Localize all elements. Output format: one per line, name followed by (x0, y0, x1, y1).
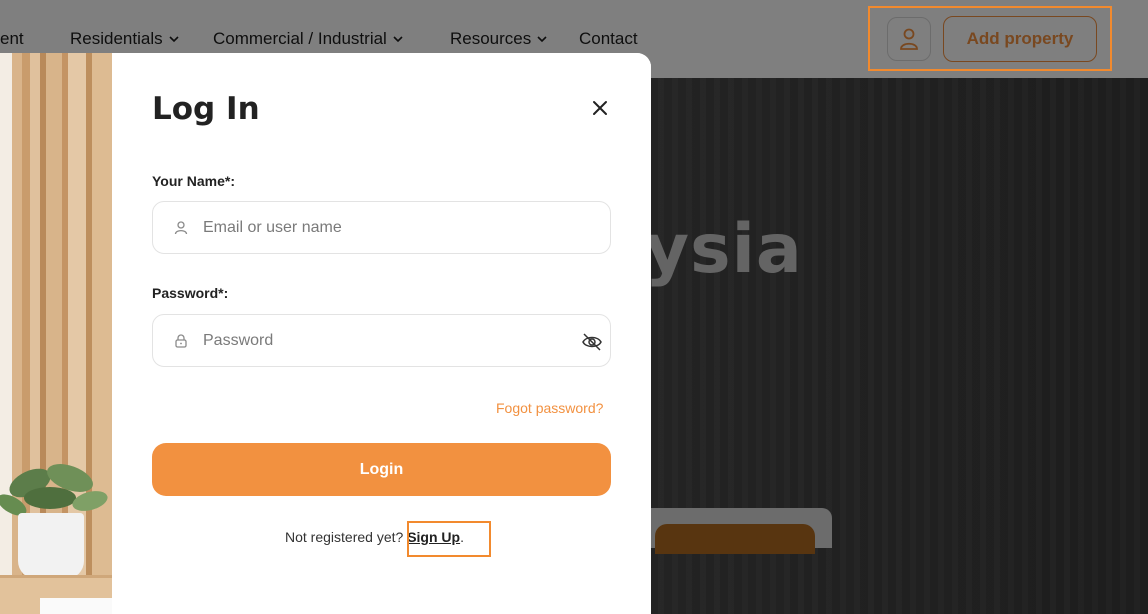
lock-icon (175, 334, 187, 348)
name-field-wrapper (152, 201, 611, 254)
modal-title: Log In (152, 91, 260, 127)
plant-pot (18, 513, 84, 579)
cabinet-drawer (40, 598, 112, 614)
login-button[interactable]: Login (152, 443, 611, 496)
plant-image (0, 464, 108, 516)
password-field-wrapper (152, 314, 611, 367)
email-or-username-input[interactable] (203, 202, 563, 253)
password-label: Password*: (152, 285, 229, 301)
eye-off-icon[interactable] (581, 332, 603, 352)
login-form: Log In Your Name*: Password*: (112, 53, 651, 614)
close-button[interactable] (589, 97, 611, 119)
password-input[interactable] (203, 315, 563, 366)
forgot-password-link[interactable]: Fogot password? (496, 400, 603, 416)
user-icon (174, 221, 188, 235)
login-modal: Log In Your Name*: Password*: (0, 53, 651, 614)
signup-prompt-text: Not registered yet? (285, 529, 404, 545)
close-icon (593, 101, 607, 115)
name-label: Your Name*: (152, 173, 235, 189)
highlight-sign-up (407, 521, 491, 557)
highlight-nav-actions (868, 6, 1112, 71)
